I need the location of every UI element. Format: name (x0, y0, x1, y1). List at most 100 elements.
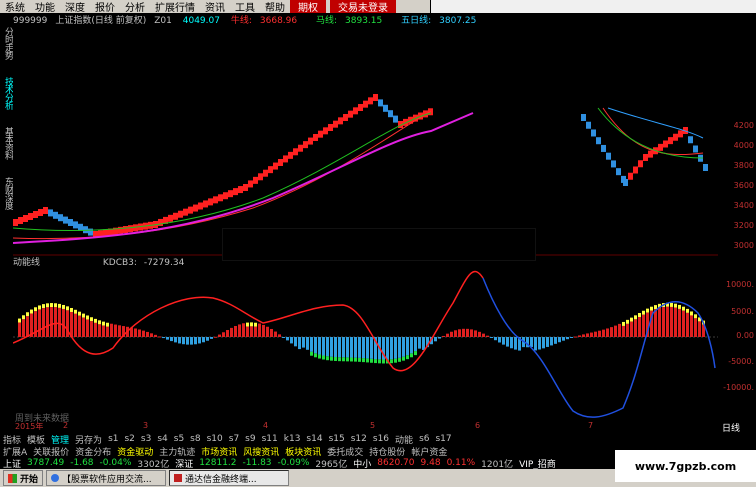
menu-item-tools[interactable]: 工具 (230, 0, 260, 14)
indicator-bar-cap (346, 357, 349, 362)
indicator-tab[interactable]: s16 (370, 434, 392, 444)
start-button[interactable]: 开始 (3, 470, 44, 486)
indicator-header: 动能线 KDCB3: -7279.34 (13, 255, 184, 268)
price-box (128, 225, 133, 233)
indicator-bar (542, 337, 545, 349)
menu-item-extended-market[interactable]: 扩展行情 (150, 0, 200, 14)
indicator-tab[interactable]: s7 (226, 434, 242, 444)
indicator-tab[interactable]: s9 (242, 434, 258, 444)
indicator-tab[interactable]: s17 (432, 434, 454, 444)
sz-pct: -0.09% (277, 458, 310, 468)
indicator-bar (270, 328, 273, 337)
vip-label[interactable]: VIP_招商 (516, 457, 559, 470)
side-tab-technical[interactable]: 技术分析 (0, 69, 13, 117)
indicator-bar (102, 325, 105, 337)
indicator-tab[interactable]: s12 (348, 434, 370, 444)
taskbar-item-forum[interactable]: 【股票软件应用交流... (46, 470, 167, 486)
side-tab-depth[interactable]: 东财深度 (0, 169, 13, 217)
indicator-bar (414, 337, 417, 352)
indicator-bar (698, 321, 701, 337)
indicator-tab[interactable]: s10 (204, 434, 226, 444)
month-label: 7 (588, 421, 594, 430)
indicator-tab[interactable]: s14 (303, 434, 325, 444)
indicator-bar (598, 330, 601, 337)
price-box (258, 173, 263, 181)
indicator-tab[interactable]: s1 (105, 434, 121, 444)
indicator-tab[interactable]: s2 (121, 434, 137, 444)
menu-item-news[interactable]: 资讯 (200, 0, 230, 14)
indicator-tab[interactable]: s3 (138, 434, 154, 444)
menu-item-quote[interactable]: 报价 (90, 0, 120, 14)
indicator-bar (170, 337, 173, 342)
indicator-bar-cap (366, 358, 369, 363)
price-tick: 3400 (733, 201, 754, 210)
indicator-bar (666, 306, 669, 337)
indicator-bar (438, 337, 441, 339)
indicator-field: KDCB3: (102, 258, 137, 268)
price-box (178, 210, 183, 218)
sector-tab[interactable]: 风搜资讯 (240, 445, 282, 458)
index-code: 999999 (13, 16, 48, 26)
indicator-tab[interactable]: k13 (281, 434, 304, 444)
indicator-bar-cap (322, 355, 325, 360)
price-box (218, 194, 223, 202)
price-box (693, 145, 698, 153)
indicator-bar (230, 327, 233, 337)
sector-tab[interactable]: 帐户资金 (408, 445, 450, 458)
indicator-bar (282, 337, 285, 338)
menu-item-system[interactable]: 系统 (0, 0, 30, 14)
indicator-bar (578, 335, 581, 337)
chart-canvas (12, 94, 718, 418)
price-box (363, 100, 368, 108)
indicator-bar (510, 337, 513, 349)
indicator-bar-cap (330, 356, 333, 361)
indicator-bar-cap (638, 313, 641, 318)
chart-area[interactable] (12, 13, 718, 421)
price-box (58, 214, 63, 222)
price-box (223, 192, 228, 200)
indicator-tab[interactable]: s5 (171, 434, 187, 444)
menu-item-options[interactable]: 期权 (290, 0, 326, 14)
indicator-bar (574, 336, 577, 338)
indicator-bar-cap (326, 356, 329, 361)
price-box (303, 141, 308, 149)
sector-tab[interactable]: 关联报价 (30, 445, 72, 458)
price-tick: 3200 (733, 221, 754, 230)
menu-item-function[interactable]: 功能 (30, 0, 60, 14)
indicator-bar-cap (58, 303, 61, 308)
indicator-bar (154, 334, 157, 337)
indicator-bar (498, 337, 501, 343)
indicator-tab[interactable]: s15 (326, 434, 348, 444)
app-icon (174, 474, 183, 482)
indicator-bar (194, 337, 197, 345)
side-tab-fundamentals[interactable]: 基本资料 (0, 119, 13, 167)
menu-item-help[interactable]: 帮助 (260, 0, 290, 14)
start-label: 开始 (20, 474, 39, 485)
indicator-tab[interactable]: s4 (154, 434, 170, 444)
price-box (596, 137, 601, 145)
sector-tab[interactable]: 资金分布 (72, 445, 114, 458)
sector-tab[interactable]: 市场资讯 (198, 445, 240, 458)
ma-line-magenta (12, 112, 474, 244)
side-tab-strip: 分时走势 技术分析 基本资料 东财深度 (0, 13, 13, 421)
price-tick: 3600 (733, 181, 754, 190)
indicator-bar (690, 315, 693, 337)
indicator-bar-cap (382, 359, 385, 364)
price-tick: 3800 (733, 161, 754, 170)
price-box (393, 115, 398, 123)
indicator-bar-cap (358, 357, 361, 362)
indicator-bar (502, 337, 505, 345)
indicator-bar (78, 315, 81, 337)
indicator-bar (134, 328, 137, 337)
indicator-bar (546, 337, 549, 347)
menu-item-analysis[interactable]: 分析 (120, 0, 150, 14)
taskbar-item-terminal[interactable]: 通达信金融终端... (169, 470, 290, 486)
side-tab-intraday[interactable]: 分时走势 (0, 19, 13, 67)
indicator-bar (314, 337, 317, 354)
indicator-tab[interactable]: s11 (259, 434, 281, 444)
indicator-tab[interactable]: s8 (187, 434, 203, 444)
indicator-tab[interactable]: s6 (416, 434, 432, 444)
trade-login-button[interactable]: 交易未登录 (330, 0, 396, 14)
menu-item-depth[interactable]: 深度 (60, 0, 90, 14)
indicator-bar (26, 316, 29, 337)
